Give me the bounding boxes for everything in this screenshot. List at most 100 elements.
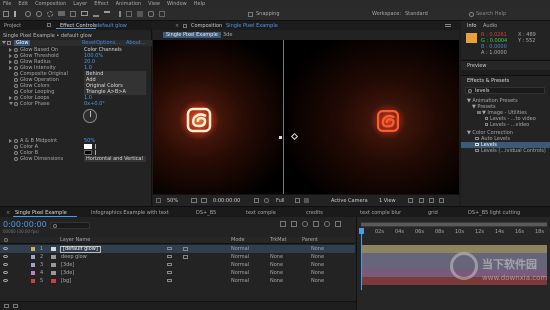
color-phase-dial[interactable]	[83, 109, 97, 123]
stopwatch-icon[interactable]	[14, 151, 18, 155]
menu-file[interactable]: File	[3, 1, 11, 7]
3d-view-select[interactable]: Active Camera	[331, 198, 368, 204]
menu-window[interactable]: Window	[167, 1, 187, 7]
rotate-tool-icon[interactable]	[47, 11, 53, 17]
layer-row-selected[interactable]: 1 [default glow] Normal None	[0, 245, 355, 253]
pixel-aspect-icon[interactable]	[408, 198, 413, 203]
always-preview-icon[interactable]	[156, 198, 161, 203]
menu-composition[interactable]: Composition	[35, 1, 66, 7]
layer-parent[interactable]: None	[311, 270, 324, 276]
view-divider[interactable]	[283, 40, 284, 194]
timeline-tab[interactable]: grid	[428, 210, 438, 216]
layer-trkmat[interactable]: None	[270, 278, 283, 284]
header-mode[interactable]: Mode	[231, 237, 245, 243]
layer-mode[interactable]: Normal	[231, 270, 249, 276]
stopwatch-icon[interactable]	[14, 72, 18, 76]
layer-name[interactable]: [default glow]	[60, 246, 101, 253]
layer-trkmat[interactable]: None	[270, 270, 283, 276]
tab-composition[interactable]: Composition	[191, 23, 222, 29]
expand-arrow-icon[interactable]	[9, 102, 13, 105]
timeline-tab[interactable]: credits	[306, 210, 323, 216]
show-snapshot-icon[interactable]	[254, 198, 259, 203]
comp-timecode[interactable]: 0:00:00:00	[213, 198, 240, 204]
pan-behind-tool-icon[interactable]	[70, 11, 76, 17]
stopwatch-icon[interactable]	[14, 102, 18, 106]
safe-zones-icon[interactable]	[191, 198, 197, 203]
color-a-swatch[interactable]	[84, 144, 92, 149]
channel-icon[interactable]	[264, 198, 269, 203]
header-layer-name[interactable]: Layer Name	[60, 237, 90, 243]
shy-icon[interactable]	[167, 263, 172, 266]
expand-arrow-icon[interactable]	[2, 41, 6, 44]
transparency-grid-icon[interactable]	[304, 198, 309, 203]
layer-name[interactable]: [3de]	[61, 270, 74, 276]
comp-flowchart-icon[interactable]	[280, 221, 286, 227]
expand-arrow-icon[interactable]	[9, 54, 12, 58]
layer-row[interactable]: 5 [bg] Normal None None	[0, 277, 355, 285]
subtab-3de[interactable]: 3de	[223, 32, 232, 38]
menu-help[interactable]: Help	[194, 1, 205, 7]
puppet-tool-icon[interactable]	[159, 11, 165, 17]
stopwatch-icon[interactable]	[14, 96, 18, 100]
expand-arrow-icon[interactable]	[9, 60, 12, 64]
zoom-select[interactable]: 50%	[167, 198, 178, 204]
pen-tool-icon[interactable]	[93, 11, 99, 17]
expand-arrow-icon[interactable]	[9, 66, 12, 70]
snapping-checkbox[interactable]	[248, 12, 253, 17]
expand-arrow-icon[interactable]	[9, 96, 12, 100]
tree-item[interactable]: Levels - ...video	[461, 122, 550, 128]
layer-color-label[interactable]	[31, 271, 35, 275]
resolution-select[interactable]: Full	[276, 198, 285, 204]
about-link[interactable]: About...	[126, 40, 146, 46]
stopwatch-icon[interactable]	[14, 54, 18, 58]
close-icon[interactable]: ×	[6, 210, 10, 216]
layer-row[interactable]: 2 deep glow Normal None None	[0, 253, 355, 261]
tab-project[interactable]: Project	[4, 23, 21, 29]
brush-tool-icon[interactable]	[115, 11, 121, 17]
eye-icon[interactable]	[3, 263, 8, 266]
roto-tool-icon[interactable]	[148, 11, 154, 17]
header-trkmat[interactable]: TrkMat	[270, 237, 287, 243]
shy-layers-icon[interactable]	[302, 221, 308, 227]
fx-toggle[interactable]	[7, 41, 11, 45]
fast-preview-icon[interactable]	[419, 198, 424, 203]
eraser-tool-icon[interactable]	[137, 11, 143, 17]
header-parent[interactable]: Parent	[302, 237, 318, 243]
frame-blending-icon[interactable]	[313, 221, 319, 227]
effect-row-glow[interactable]: Glow Reset Options... About...	[0, 40, 152, 46]
effects-search-field[interactable]: levels	[465, 87, 545, 94]
camera-snapshot-icon[interactable]	[201, 198, 207, 203]
eyedropper-icon[interactable]	[95, 150, 99, 155]
type-tool-icon[interactable]	[104, 11, 110, 17]
close-icon[interactable]: ×	[175, 23, 179, 29]
stopwatch-icon[interactable]	[14, 84, 18, 88]
shy-icon[interactable]	[167, 247, 172, 250]
motion-blur-icon[interactable]	[324, 221, 330, 227]
view-layout-select[interactable]: 1 View	[379, 198, 396, 204]
stopwatch-icon[interactable]	[14, 78, 18, 82]
toggle-modes-icon[interactable]	[13, 304, 18, 308]
layer-mode[interactable]: Normal	[231, 254, 249, 260]
rectangle-tool-icon[interactable]	[81, 11, 88, 16]
zoom-tool-icon[interactable]	[36, 11, 42, 17]
layer-mode[interactable]: Normal	[231, 262, 249, 268]
eyedropper-icon[interactable]	[95, 144, 99, 149]
reset-link[interactable]: Reset	[82, 40, 96, 46]
layer-parent[interactable]: None	[311, 278, 324, 284]
menu-layer[interactable]: Layer	[73, 1, 87, 7]
fx-icon[interactable]	[183, 255, 188, 259]
layer-row[interactable]: 3 [3de] Normal None None	[0, 261, 355, 269]
workspace-select[interactable]: Standard	[405, 11, 428, 17]
layer-color-label[interactable]	[31, 247, 35, 251]
layer-color-label[interactable]	[31, 263, 35, 267]
fx-icon[interactable]	[183, 247, 188, 251]
menu-effect[interactable]: Effect	[94, 1, 108, 7]
layer-mode[interactable]: Normal	[231, 246, 249, 252]
timeline-toggle-icon[interactable]	[429, 198, 434, 203]
tree-item[interactable]: Levels (...ividual Controls)	[461, 148, 550, 154]
timeline-tab[interactable]: Infographics Example with text	[91, 210, 169, 216]
layer-trkmat[interactable]: None	[270, 262, 283, 268]
graph-editor-icon[interactable]	[335, 221, 341, 227]
tab-info[interactable]: Info	[467, 23, 476, 29]
stopwatch-icon[interactable]	[14, 139, 18, 143]
